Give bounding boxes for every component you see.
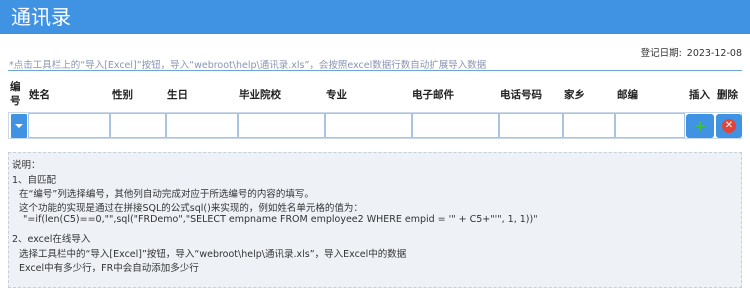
gender-cell[interactable] <box>110 113 166 138</box>
registration-date: 登记日期: 2023-12-08 <box>636 45 742 59</box>
note-line: 1、自匹配 <box>12 175 57 186</box>
column-header-id-line2: 号 <box>10 95 21 107</box>
zip-cell[interactable] <box>615 113 685 138</box>
divider <box>8 70 742 71</box>
date-label: 登记日期: <box>640 48 682 59</box>
id-dropdown[interactable] <box>11 114 27 138</box>
major-cell[interactable] <box>325 113 412 138</box>
birthday-cell[interactable] <box>166 113 238 138</box>
column-header-hometown: 家乡 <box>564 89 585 101</box>
note-line: 选择工具栏中的“导入[Excel]”按钮，导入“webroot\help\通讯录… <box>19 249 407 260</box>
column-header-phone: 电话号码 <box>500 89 542 101</box>
column-header-zip: 邮编 <box>617 89 638 101</box>
notes-panel: 说明： 1、自匹配 在“编号”列选择编号，其他列自动完成对应于所选编号的内容的填… <box>8 152 742 288</box>
column-header-birthday: 生日 <box>167 89 188 101</box>
insert-row-button[interactable] <box>686 114 714 138</box>
column-header-id-line1: 编 <box>10 81 21 93</box>
column-header-delete: 删除 <box>717 89 738 101</box>
column-header-gender: 性别 <box>112 89 133 101</box>
page-header: 通讯录 <box>0 0 750 34</box>
column-header-name: 姓名 <box>29 89 50 101</box>
school-cell[interactable] <box>238 113 325 138</box>
phone-cell[interactable] <box>499 113 563 138</box>
delete-row-button[interactable]: ✕ <box>716 114 742 138</box>
notes-title: 说明： <box>12 160 41 171</box>
email-cell[interactable] <box>412 113 499 138</box>
note-line: 在“编号”列选择编号，其他列自动完成对应于所选编号的内容的填写。 <box>19 189 314 200</box>
plus-icon-stroke <box>699 121 701 131</box>
column-header-email: 电子邮件 <box>412 89 454 101</box>
chevron-down-icon <box>15 124 23 128</box>
column-header-insert: 插入 <box>689 89 710 101</box>
date-value: 2023-12-08 <box>686 48 742 59</box>
column-header-major: 专业 <box>326 89 347 101</box>
column-header-school: 毕业院校 <box>239 89 281 101</box>
hometown-cell[interactable] <box>563 113 615 138</box>
close-icon: ✕ <box>722 119 736 133</box>
note-line: 2、excel在线导入 <box>12 234 91 245</box>
note-line: Excel中有多少行，FR中会自动添加多少行 <box>19 263 199 274</box>
page-title: 通讯录 <box>11 5 71 29</box>
name-cell[interactable] <box>28 113 110 138</box>
note-line: "=if(len(C5)==0,"",sql("FRDemo","SELECT … <box>23 214 538 225</box>
import-hint: *点击工具栏上的“导入[Excel]”按钮，导入“webroot\help\通讯… <box>9 60 487 71</box>
note-line: 这个功能的实现是通过在拼接SQL的公式sql()来实现的，例如姓名单元格的值为： <box>19 203 363 214</box>
